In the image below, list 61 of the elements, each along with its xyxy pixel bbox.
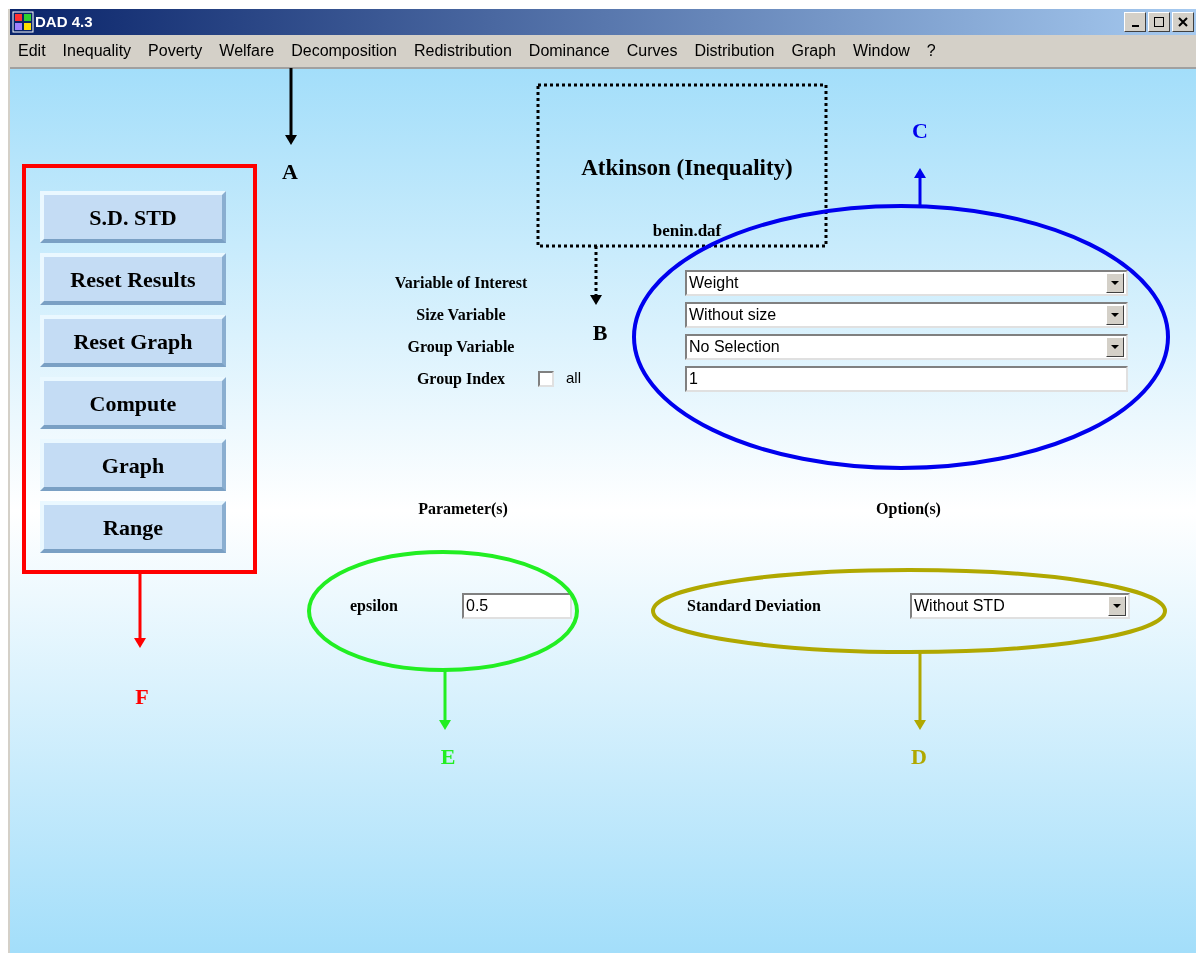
action-button[interactable]: Range: [40, 501, 226, 553]
maximize-icon: [1154, 17, 1164, 27]
menu-item[interactable]: Distribution: [694, 39, 775, 63]
section-heading: Option(s): [875, 499, 942, 520]
close-button[interactable]: [1172, 12, 1194, 32]
action-button[interactable]: Reset Results: [40, 253, 226, 305]
annotation-letter: F: [135, 686, 149, 708]
field-label: Standard Deviation: [687, 596, 822, 616]
annotation-letter: C: [912, 120, 928, 142]
dropdown-field[interactable]: No Selection: [685, 333, 1128, 360]
input-field[interactable]: 1: [685, 365, 1128, 392]
annotation-arrow: [914, 168, 926, 205]
menu-item[interactable]: Dominance: [528, 39, 610, 63]
menu-item[interactable]: Poverty: [148, 39, 203, 63]
checkbox[interactable]: [538, 370, 554, 387]
annotation-letter: D: [911, 746, 927, 768]
annotation-arrow: [439, 670, 451, 730]
checkbox-label: all: [566, 368, 581, 389]
minimize-button[interactable]: [1124, 12, 1146, 32]
caret-icon: [1113, 604, 1121, 608]
dropdown-arrow-button[interactable]: [1106, 272, 1124, 293]
analysis-title: Atkinson (Inequality): [581, 154, 793, 182]
menu-item[interactable]: Redistribution: [414, 39, 512, 63]
dropdown-arrow-button[interactable]: [1106, 336, 1124, 357]
close-icon: [1178, 17, 1188, 27]
menu-item[interactable]: Decomposition: [291, 39, 397, 63]
annotation-letter: E: [440, 746, 456, 768]
file-name: benin.daf: [652, 219, 722, 242]
field-label: Group Index: [415, 368, 507, 390]
caret-icon: [1111, 344, 1119, 349]
field-label: Variable of Interest: [393, 272, 529, 293]
field-label: epsilon: [350, 596, 399, 617]
caret-icon: [1111, 312, 1119, 317]
action-button[interactable]: Reset Graph: [40, 315, 226, 367]
dropdown-arrow-button[interactable]: [1108, 596, 1126, 616]
annotation-letter: A: [282, 161, 298, 183]
field-label: Group Variable: [406, 336, 516, 358]
app-icon: [12, 11, 34, 33]
menu-item[interactable]: Curves: [626, 39, 678, 63]
dropdown-field[interactable]: Without size: [685, 301, 1128, 328]
action-button[interactable]: S.D. STD: [40, 191, 226, 243]
caret-icon: [1111, 280, 1119, 285]
action-button[interactable]: Graph: [40, 439, 226, 491]
annotation-arrow: [590, 246, 602, 305]
action-button[interactable]: Compute: [40, 377, 226, 429]
menu-item[interactable]: Window: [852, 39, 910, 63]
minimize-icon: [1131, 24, 1139, 27]
maximize-button[interactable]: [1148, 12, 1170, 32]
annotation-letter: B: [592, 322, 608, 344]
menu-item[interactable]: Inequality: [62, 39, 132, 63]
dropdown-field[interactable]: Weight: [685, 269, 1128, 296]
menu-item[interactable]: Graph: [791, 39, 836, 63]
menu-item[interactable]: ?: [926, 39, 936, 63]
dropdown-arrow-button[interactable]: [1106, 304, 1124, 325]
menu-item[interactable]: Welfare: [219, 39, 275, 63]
field-label: Size Variable: [415, 304, 507, 325]
dropdown-field[interactable]: Without STD: [910, 593, 1130, 619]
window-title: DAD 4.3: [35, 11, 94, 32]
section-heading: Parameter(s): [417, 499, 509, 520]
menu-item[interactable]: Edit: [18, 39, 46, 63]
input-field[interactable]: 0.5: [462, 593, 572, 619]
